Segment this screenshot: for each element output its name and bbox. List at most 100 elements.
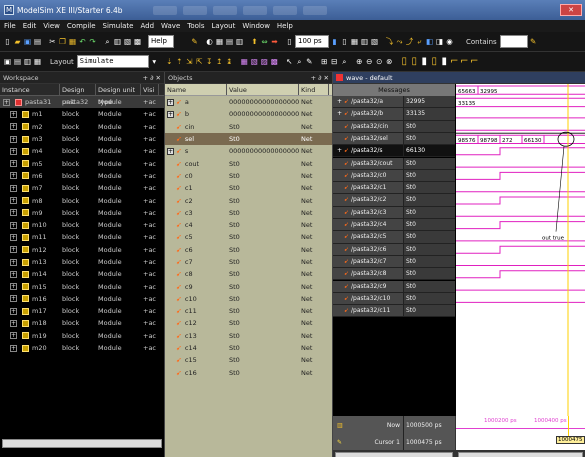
table-row[interactable]: + m9 block Module +ac bbox=[0, 207, 164, 219]
stop-icon[interactable]: ◉ bbox=[445, 36, 454, 47]
cursor-delete-icon[interactable]: ⊟ bbox=[330, 56, 339, 67]
table-row[interactable]: + pasta31 pasta32 Module +ac bbox=[0, 96, 164, 109]
objects-column-2[interactable]: Kind bbox=[299, 84, 329, 95]
table-row[interactable]: + m10 block Module +ac bbox=[0, 219, 164, 231]
expand-icon[interactable]: + bbox=[10, 319, 17, 327]
wave-signal-name[interactable]: + ➹/pasta32/a bbox=[333, 96, 403, 109]
step-into-icon[interactable]: ⤵ bbox=[385, 36, 394, 47]
objects-column-0[interactable]: Name bbox=[165, 84, 227, 95]
bar-b-icon[interactable]: ▯ bbox=[410, 56, 419, 67]
list-item[interactable]: ➹ c8 St0 Net bbox=[165, 268, 332, 280]
expand-icon[interactable]: + bbox=[10, 258, 17, 266]
wave-signal-name[interactable]: ➹/pasta32/cin bbox=[333, 120, 403, 133]
grid-icon[interactable]: ▦ bbox=[215, 36, 224, 47]
expand-icon[interactable]: + bbox=[10, 209, 17, 217]
list-item[interactable]: ➹ c3 St0 Net bbox=[165, 207, 332, 219]
table-row[interactable]: + m1 block Module +ac bbox=[0, 108, 164, 120]
help-search-icon[interactable]: ✎ bbox=[190, 36, 199, 47]
expand-icon[interactable]: + bbox=[167, 110, 174, 118]
workspace-column-3[interactable]: Visi bbox=[141, 84, 159, 95]
bar-d-icon[interactable]: ▯ bbox=[430, 56, 439, 67]
expand-icon[interactable]: + bbox=[10, 172, 17, 180]
expand-icon[interactable]: + bbox=[10, 307, 17, 315]
menu-item-help[interactable]: Help bbox=[277, 22, 293, 30]
wave-signal-name[interactable]: ➹/pasta32/c4 bbox=[333, 219, 403, 232]
table-row[interactable]: + m17 block Module +ac bbox=[0, 305, 164, 317]
table-row[interactable]: + m4 block Module +ac bbox=[0, 145, 164, 157]
table-row[interactable]: + m5 block Module +ac bbox=[0, 157, 164, 169]
select-mode-icon[interactable]: ↖ bbox=[285, 56, 294, 67]
table-row[interactable]: + m14 block Module +ac bbox=[0, 268, 164, 280]
bar-e-icon[interactable]: ▮ bbox=[440, 56, 449, 67]
menu-item-compile[interactable]: Compile bbox=[67, 22, 96, 30]
expand-icon[interactable]: + bbox=[10, 135, 17, 143]
table-row[interactable]: + m12 block Module +ac bbox=[0, 244, 164, 256]
list-item[interactable]: ➹ cout St0 Net bbox=[165, 157, 332, 169]
table-row[interactable]: + m18 block Module +ac bbox=[0, 317, 164, 329]
table-row[interactable]: + m3 block Module +ac bbox=[0, 133, 164, 145]
expand-icon[interactable]: + bbox=[3, 98, 10, 106]
wave-signal-name[interactable]: ➹/pasta32/c10 bbox=[333, 292, 403, 306]
table-row[interactable]: + m8 block Module +ac bbox=[0, 194, 164, 206]
wave-signal-name[interactable]: ➹/pasta32/c1 bbox=[333, 182, 403, 195]
wave-signal-name[interactable]: ➹/pasta32/c7 bbox=[333, 255, 403, 269]
run-length-field[interactable]: 100 ps bbox=[295, 35, 329, 48]
compile-icon[interactable]: ▥ bbox=[113, 36, 122, 47]
wave-step-back-icon[interactable]: ⇱ bbox=[195, 56, 204, 67]
wave-hscrollbar[interactable] bbox=[458, 452, 583, 457]
table-row[interactable]: + m11 block Module +ac bbox=[0, 231, 164, 243]
break-icon[interactable]: ◐ bbox=[205, 36, 214, 47]
table-row[interactable]: + m2 block Module +ac bbox=[0, 121, 164, 133]
table-row[interactable]: + m19 block Module +ac bbox=[0, 330, 164, 342]
group-icon[interactable]: ▨ bbox=[260, 56, 269, 67]
step-back-icon[interactable]: ⤶ bbox=[415, 36, 424, 47]
simulate-icon[interactable]: ▩ bbox=[133, 36, 142, 47]
menu-item-add[interactable]: Add bbox=[140, 22, 154, 30]
wave-signal-name[interactable]: + ➹/pasta32/b bbox=[333, 108, 403, 121]
list-item[interactable]: ➹ c2 St0 Net bbox=[165, 194, 332, 206]
left-right-icon[interactable]: ⇔ bbox=[260, 36, 269, 47]
up-arrow-icon[interactable]: ⬆ bbox=[250, 36, 259, 47]
cursor-add-icon[interactable]: ⊞ bbox=[320, 56, 329, 67]
wave-step-a-icon[interactable]: ↧ bbox=[205, 56, 214, 67]
list-item[interactable]: ➹ sel St0 Net bbox=[165, 132, 332, 146]
redo-icon[interactable]: ↷ bbox=[88, 36, 97, 47]
add-wave-icon[interactable]: ▦ bbox=[240, 56, 249, 67]
list-item[interactable]: ➹ c4 St0 Net bbox=[165, 219, 332, 231]
workspace-column-1[interactable]: Design unit bbox=[60, 84, 96, 106]
break-sim-icon[interactable]: ▥ bbox=[360, 36, 369, 47]
cut-icon[interactable]: ✂ bbox=[48, 36, 57, 47]
wave-signal-name[interactable]: ➹/pasta32/cout bbox=[333, 157, 403, 170]
expand-icon[interactable]: + bbox=[167, 98, 174, 106]
zoom-mode-icon[interactable]: ⌕ bbox=[295, 56, 304, 67]
wave-signal-name[interactable]: ➹/pasta32/c11 bbox=[333, 305, 403, 318]
list-item[interactable]: ➹ c14 St0 Net bbox=[165, 342, 332, 354]
wave-signal-name[interactable]: ➹/pasta32/c2 bbox=[333, 194, 403, 207]
zoom-cursor-icon[interactable]: ⊗ bbox=[385, 56, 394, 67]
list-item[interactable]: ➹ c12 St0 Net bbox=[165, 317, 332, 329]
step-icon-2[interactable]: ⇣ bbox=[165, 56, 174, 67]
bar-c-icon[interactable]: ▮ bbox=[420, 56, 429, 67]
list-item[interactable]: ➹ c7 St0 Net bbox=[165, 256, 332, 268]
process-icon[interactable]: ▦ bbox=[33, 56, 42, 67]
bar-a-icon[interactable]: ▯ bbox=[400, 56, 409, 67]
wave-signal-name[interactable]: ➹/pasta32/sel bbox=[333, 132, 403, 146]
performance-icon[interactable]: ◧ bbox=[425, 36, 434, 47]
expand-icon[interactable]: + bbox=[337, 110, 342, 117]
menu-item-window[interactable]: Window bbox=[242, 22, 270, 30]
step-over-icon[interactable]: ⤳ bbox=[395, 36, 404, 47]
table-row[interactable]: + m6 block Module +ac bbox=[0, 170, 164, 182]
wave-step-c-icon[interactable]: ↨ bbox=[225, 56, 234, 67]
paste-icon[interactable]: ▦ bbox=[68, 36, 77, 47]
expand-icon[interactable]: + bbox=[167, 147, 174, 155]
menu-item-simulate[interactable]: Simulate bbox=[103, 22, 134, 30]
wave-names-hscrollbar[interactable] bbox=[335, 452, 453, 457]
memory-icon[interactable]: ◨ bbox=[435, 36, 444, 47]
bar-h-icon[interactable]: ⌐ bbox=[470, 56, 479, 67]
print-icon[interactable]: ▤ bbox=[33, 36, 42, 47]
new-file-icon[interactable]: ▯ bbox=[3, 36, 12, 47]
table-icon[interactable]: ▥ bbox=[235, 36, 244, 47]
run-icon[interactable]: ▮ bbox=[330, 36, 339, 47]
list-item[interactable]: ➹ cin St0 Net bbox=[165, 121, 332, 133]
expand-icon[interactable]: + bbox=[10, 184, 17, 192]
